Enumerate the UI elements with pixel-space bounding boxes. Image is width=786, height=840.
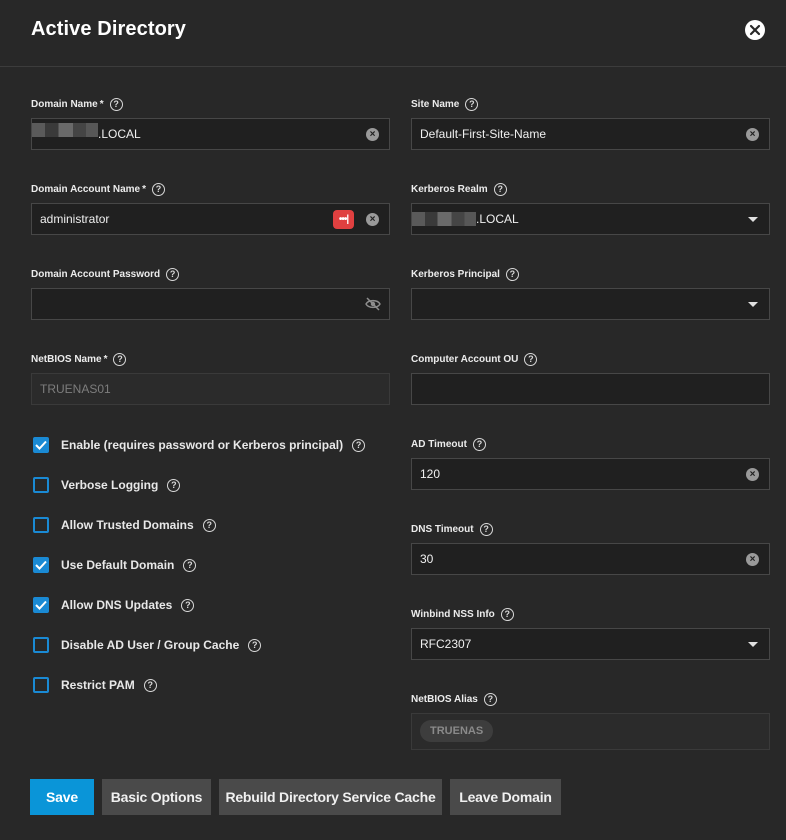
- checkbox-unchecked-icon[interactable]: [33, 477, 49, 493]
- clear-icon[interactable]: ×: [746, 468, 759, 481]
- dns-timeout-input[interactable]: 30 ×: [411, 543, 770, 575]
- site-name-value: Default-First-Site-Name: [420, 127, 547, 141]
- help-icon[interactable]: ?: [166, 267, 180, 281]
- netbios-alias-label: NetBIOS Alias ?: [411, 692, 497, 706]
- checkbox-unchecked-icon[interactable]: [33, 517, 49, 533]
- visibility-off-icon[interactable]: [365, 297, 381, 311]
- domain-account-name-input[interactable]: administrator •••| ×: [31, 203, 390, 235]
- checkbox-use-default-domain[interactable]: Use Default Domain ?: [33, 557, 197, 573]
- winbind-nss-info-label: Winbind NSS Info ?: [411, 607, 514, 621]
- checkbox-label: Allow Trusted Domains: [61, 518, 194, 532]
- help-icon[interactable]: ?: [500, 607, 514, 621]
- chevron-down-icon[interactable]: [748, 217, 758, 222]
- checkbox-label: Allow DNS Updates: [61, 598, 173, 612]
- checkbox-label: Verbose Logging: [61, 478, 159, 492]
- checkbox-disable-ad-cache[interactable]: Disable AD User / Group Cache ?: [33, 637, 262, 653]
- basic-options-button[interactable]: Basic Options: [102, 779, 211, 815]
- checkbox-checked-icon[interactable]: [33, 597, 49, 613]
- checkbox-label: Use Default Domain: [61, 558, 175, 572]
- chevron-down-icon[interactable]: [748, 642, 758, 647]
- redacted-block: [412, 212, 476, 226]
- computer-account-ou-input[interactable]: [411, 373, 770, 405]
- help-icon[interactable]: ?: [202, 518, 216, 532]
- domain-account-password-label: Domain Account Password ?: [31, 267, 180, 281]
- dns-timeout-label: DNS Timeout ?: [411, 522, 493, 536]
- checkbox-enable[interactable]: Enable (requires password or Kerberos pr…: [33, 437, 366, 453]
- domain-account-name-label: Domain Account Name * ?: [31, 182, 165, 196]
- help-icon[interactable]: ?: [465, 97, 479, 111]
- checkbox-restrict-pam[interactable]: Restrict PAM ?: [33, 677, 157, 693]
- computer-account-ou-label: Computer Account OU ?: [411, 352, 538, 366]
- domain-name-label: Domain Name * ?: [31, 97, 123, 111]
- help-icon[interactable]: ?: [183, 558, 197, 572]
- kerberos-principal-label: Kerberos Principal ?: [411, 267, 519, 281]
- password-manager-key-icon[interactable]: •••|: [333, 210, 354, 229]
- dns-timeout-value: 30: [420, 552, 434, 566]
- checkbox-unchecked-icon[interactable]: [33, 637, 49, 653]
- rebuild-cache-button[interactable]: Rebuild Directory Service Cache: [219, 779, 442, 815]
- ad-timeout-input[interactable]: 120 ×: [411, 458, 770, 490]
- help-icon[interactable]: ?: [113, 352, 127, 366]
- dialog-header: Active Directory: [0, 0, 786, 67]
- help-icon[interactable]: ?: [152, 182, 165, 196]
- clear-icon[interactable]: ×: [746, 553, 759, 566]
- help-icon[interactable]: ?: [493, 182, 507, 196]
- netbios-name-label: NetBIOS Name * ?: [31, 352, 127, 366]
- domain-account-name-value: administrator: [40, 212, 110, 226]
- netbios-name-value: TRUENAS01: [40, 382, 111, 396]
- ad-timeout-value: 120: [420, 467, 441, 481]
- checkbox-label: Restrict PAM: [61, 678, 135, 692]
- help-icon[interactable]: ?: [483, 692, 497, 706]
- help-icon[interactable]: ?: [479, 522, 493, 536]
- kerberos-realm-label: Kerberos Realm ?: [411, 182, 507, 196]
- clear-icon[interactable]: ×: [366, 128, 379, 141]
- close-icon[interactable]: [745, 20, 765, 40]
- checkbox-allow-trusted-domains[interactable]: Allow Trusted Domains ?: [33, 517, 216, 533]
- kerberos-realm-value: .LOCAL: [476, 212, 519, 226]
- checkbox-label: Disable AD User / Group Cache: [61, 638, 240, 652]
- help-icon[interactable]: ?: [109, 97, 123, 111]
- checkbox-checked-icon[interactable]: [33, 437, 49, 453]
- help-icon[interactable]: ?: [248, 638, 262, 652]
- netbios-name-input: TRUENAS01: [31, 373, 390, 405]
- help-icon[interactable]: ?: [167, 478, 181, 492]
- save-button[interactable]: Save: [30, 779, 94, 815]
- domain-name-value: .LOCAL: [98, 127, 141, 141]
- checkbox-verbose-logging[interactable]: Verbose Logging ?: [33, 477, 181, 493]
- help-icon[interactable]: ?: [472, 437, 486, 451]
- help-icon[interactable]: ?: [505, 267, 519, 281]
- help-icon[interactable]: ?: [352, 438, 366, 452]
- help-icon[interactable]: ?: [524, 352, 538, 366]
- clear-icon[interactable]: ×: [746, 128, 759, 141]
- chevron-down-icon[interactable]: [748, 302, 758, 307]
- site-name-label: Site Name ?: [411, 97, 479, 111]
- kerberos-principal-select[interactable]: [411, 288, 770, 320]
- netbios-alias-chip: TRUENAS: [420, 720, 494, 742]
- checkbox-label: Enable (requires password or Kerberos pr…: [61, 438, 344, 452]
- winbind-nss-info-select[interactable]: RFC2307: [411, 628, 770, 660]
- winbind-nss-info-value: RFC2307: [420, 637, 472, 651]
- clear-icon[interactable]: ×: [366, 213, 379, 226]
- ad-timeout-label: AD Timeout ?: [411, 437, 486, 451]
- leave-domain-button[interactable]: Leave Domain: [450, 779, 561, 815]
- checkbox-allow-dns-updates[interactable]: Allow DNS Updates ?: [33, 597, 195, 613]
- checkbox-unchecked-icon[interactable]: [33, 677, 49, 693]
- help-icon[interactable]: ?: [181, 598, 195, 612]
- redacted-block: [32, 123, 98, 137]
- site-name-input[interactable]: Default-First-Site-Name ×: [411, 118, 770, 150]
- kerberos-realm-select[interactable]: .LOCAL: [411, 203, 770, 235]
- domain-name-input[interactable]: .LOCAL ×: [31, 118, 390, 150]
- checkbox-checked-icon[interactable]: [33, 557, 49, 573]
- domain-account-password-input[interactable]: [31, 288, 390, 320]
- dialog-title: Active Directory: [31, 18, 186, 40]
- help-icon[interactable]: ?: [143, 678, 157, 692]
